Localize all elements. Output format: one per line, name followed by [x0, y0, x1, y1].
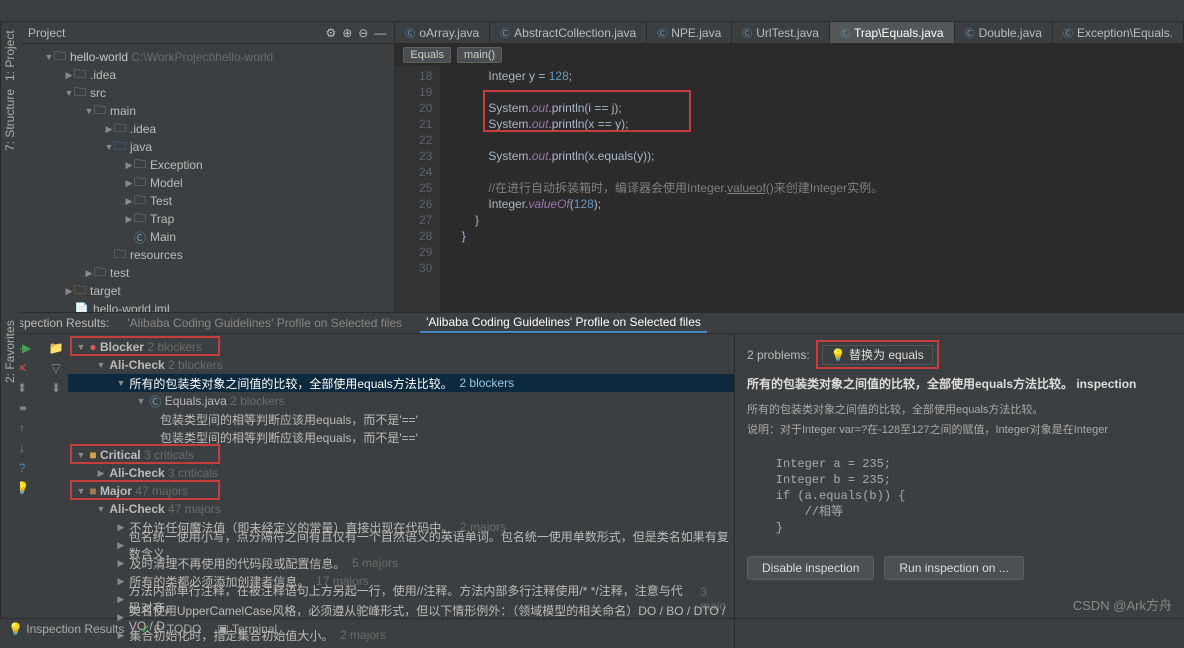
inspection-desc: 说明：对于Integer var=?在-128至127之间的赋值，Integer…: [747, 422, 1172, 438]
favorites-vtab[interactable]: 2: Favorites: [3, 320, 18, 383]
java-icon: Ⓒ: [840, 25, 850, 40]
inspection-group[interactable]: ▼ Ali-Check 2 blockers: [68, 356, 734, 374]
project-header: Project ⚙ ⊕ ⊖ —: [20, 22, 394, 44]
inspection-item[interactable]: 包装类型间的相等判断应该用equals，而不是'==': [68, 428, 734, 446]
tab[interactable]: ⒸException\Equals.: [1053, 22, 1184, 44]
collapse-icon[interactable]: ⊖: [358, 26, 368, 40]
folder-icon: 🗀: [94, 263, 106, 284]
status-inspection[interactable]: 💡 Inspection Results: [8, 622, 124, 636]
java-icon: Ⓒ: [1063, 25, 1073, 40]
tab[interactable]: ⒸNPE.java: [647, 22, 732, 44]
java-icon: Ⓒ: [500, 25, 510, 40]
folder-icon: 🗀: [54, 47, 66, 68]
java-icon: Ⓒ: [965, 25, 975, 40]
blocker-icon: ●: [89, 340, 96, 354]
tree-item[interactable]: ▶🗀Model: [20, 174, 394, 192]
quick-fix-button[interactable]: 💡 替换为 equals: [822, 345, 933, 365]
code-editor[interactable]: 18192021222324252627282930 Integer y = 1…: [395, 66, 1184, 312]
tab-active[interactable]: ⒸTrap\Equals.java: [830, 22, 955, 44]
tree-item[interactable]: 🗀resources: [20, 246, 394, 264]
severity-blocker[interactable]: ▼ ● Blocker 2 blockers: [68, 338, 734, 356]
code-body[interactable]: Integer y = 128; System.out.println(i ==…: [440, 66, 1184, 312]
check-icon: ✔: [140, 622, 150, 636]
inspection-desc: 所有的包装类对象之间值的比较，全部使用equals方法比较。: [747, 402, 1172, 418]
tree-item[interactable]: 📄hello-world.iml: [20, 300, 394, 312]
tree-item[interactable]: ▶🗀.idea: [20, 120, 394, 138]
tree-item[interactable]: ▼🗀src: [20, 84, 394, 102]
left-sidebar: 7: Structure 1: Project: [0, 22, 20, 312]
group-icon[interactable]: 📁: [48, 340, 64, 356]
bulb-icon: 💡: [8, 622, 23, 636]
code-breadcrumb: Equals main(): [395, 44, 1184, 66]
inspection-title: 所有的包装类对象之间值的比较，全部使用equals方法比较。 inspectio…: [747, 375, 1172, 392]
settings-icon[interactable]: ⚙: [325, 26, 336, 40]
tab[interactable]: ⒸUrlTest.java: [732, 22, 830, 44]
class-icon: Ⓒ: [149, 393, 161, 410]
tree-item[interactable]: ▶🗀Test: [20, 192, 394, 210]
severity-major[interactable]: ▼ ■ Major 47 majors: [68, 482, 734, 500]
crumb[interactable]: main(): [457, 47, 502, 63]
watermark: CSDN @Ark方舟: [1073, 595, 1172, 614]
folder-icon: 🗀: [74, 83, 86, 104]
inspection-tree[interactable]: ▼ ● Blocker 2 blockers ▼ Ali-Check 2 blo…: [68, 334, 734, 648]
inspection-profile-tab[interactable]: 'Alibaba Coding Guidelines' Profile on S…: [121, 314, 408, 332]
inspection-toolbar2: 📁 ▽ ⬇: [44, 334, 68, 648]
java-icon: Ⓒ: [742, 25, 752, 40]
inspection-group[interactable]: ▼ Ali-Check 47 majors: [68, 500, 734, 518]
tree-item[interactable]: ▼🗀java: [20, 138, 394, 156]
tab[interactable]: ⒸoArray.java: [395, 22, 490, 44]
major-icon: ■: [89, 484, 96, 498]
gutter: 18192021222324252627282930: [395, 66, 440, 312]
tree-item[interactable]: ▶🗀test: [20, 264, 394, 282]
breadcrumb-bar: [0, 0, 1184, 22]
file-icon: 📄: [74, 302, 89, 312]
run-inspection-button[interactable]: Run inspection on ...: [884, 556, 1023, 580]
folder-icon: 🗀: [94, 101, 106, 122]
status-todo[interactable]: ✔ 6: TODO: [140, 622, 201, 636]
folder-icon: 🗀: [114, 137, 126, 158]
tree-item[interactable]: ▶🗀Exception: [20, 156, 394, 174]
java-icon: Ⓒ: [657, 25, 667, 40]
severity-critical[interactable]: ▼ ■ Critical 3 criticals: [68, 446, 734, 464]
bulb-icon: 💡: [831, 348, 846, 362]
inspection-profile-tab-active[interactable]: 'Alibaba Coding Guidelines' Profile on S…: [420, 313, 707, 333]
package-icon: 🗀: [134, 209, 146, 230]
tree-item[interactable]: ▶🗀target: [20, 282, 394, 300]
inspection-rule-selected[interactable]: ▼ 所有的包装类对象之间值的比较，全部使用equals方法比较。 2 block…: [68, 374, 734, 392]
tab[interactable]: ⒸAbstractCollection.java: [490, 22, 647, 44]
project-panel-title: Project: [28, 26, 65, 40]
status-terminal[interactable]: ▣ Terminal: [217, 622, 277, 636]
inspection-item[interactable]: 包装类型间的相等判断应该用equals，而不是'==': [68, 410, 734, 428]
tree-item[interactable]: ▶🗀Trap: [20, 210, 394, 228]
structure-vtab[interactable]: 7: Structure: [3, 89, 18, 151]
tree-item[interactable]: ⒸMain: [20, 228, 394, 246]
problems-count: 2 problems:: [747, 348, 810, 362]
folder-icon: 🗀: [74, 281, 86, 302]
expand-icon[interactable]: ⊕: [342, 26, 352, 40]
class-icon: Ⓒ: [134, 229, 146, 246]
tree-root[interactable]: ▼🗀hello-world C:\WorkProject\hello-world: [20, 48, 394, 66]
critical-icon: ■: [89, 448, 96, 462]
disable-inspection-button[interactable]: Disable inspection: [747, 556, 874, 580]
tree-item[interactable]: ▼🗀main: [20, 102, 394, 120]
left-sidebar-bottom: 2: Favorites: [0, 312, 20, 618]
tab[interactable]: ⒸDouble.java: [955, 22, 1053, 44]
inspection-file[interactable]: ▼ Ⓒ Equals.java 2 blockers: [68, 392, 734, 410]
project-tree[interactable]: ▼🗀hello-world C:\WorkProject\hello-world…: [20, 44, 394, 312]
project-vtab[interactable]: 1: Project: [3, 30, 18, 81]
inspection-header-label: Inspection Results:: [8, 316, 109, 330]
inspection-tabs: Inspection Results: 'Alibaba Coding Guid…: [0, 313, 1184, 334]
editor-tabs[interactable]: ⒸoArray.java ⒸAbstractCollection.java ⒸN…: [395, 22, 1184, 44]
tree-item[interactable]: ▶🗀.idea: [20, 66, 394, 84]
hide-icon[interactable]: —: [374, 26, 386, 40]
code-sample: Integer a = 235; Integer b = 235; if (a.…: [747, 456, 1172, 536]
filter-icon[interactable]: ▽: [48, 360, 64, 376]
java-icon: Ⓒ: [405, 25, 415, 40]
inspection-rule[interactable]: ▶ 包名统一使用小写，点分隔符之间有且仅有一个自然语义的英语单词。包名统一使用单…: [68, 536, 734, 554]
crumb[interactable]: Equals: [403, 47, 451, 63]
export-icon[interactable]: ⬇: [48, 380, 64, 396]
inspection-group[interactable]: ▶ Ali-Check 3 criticals: [68, 464, 734, 482]
folder-icon: 🗀: [114, 245, 126, 266]
